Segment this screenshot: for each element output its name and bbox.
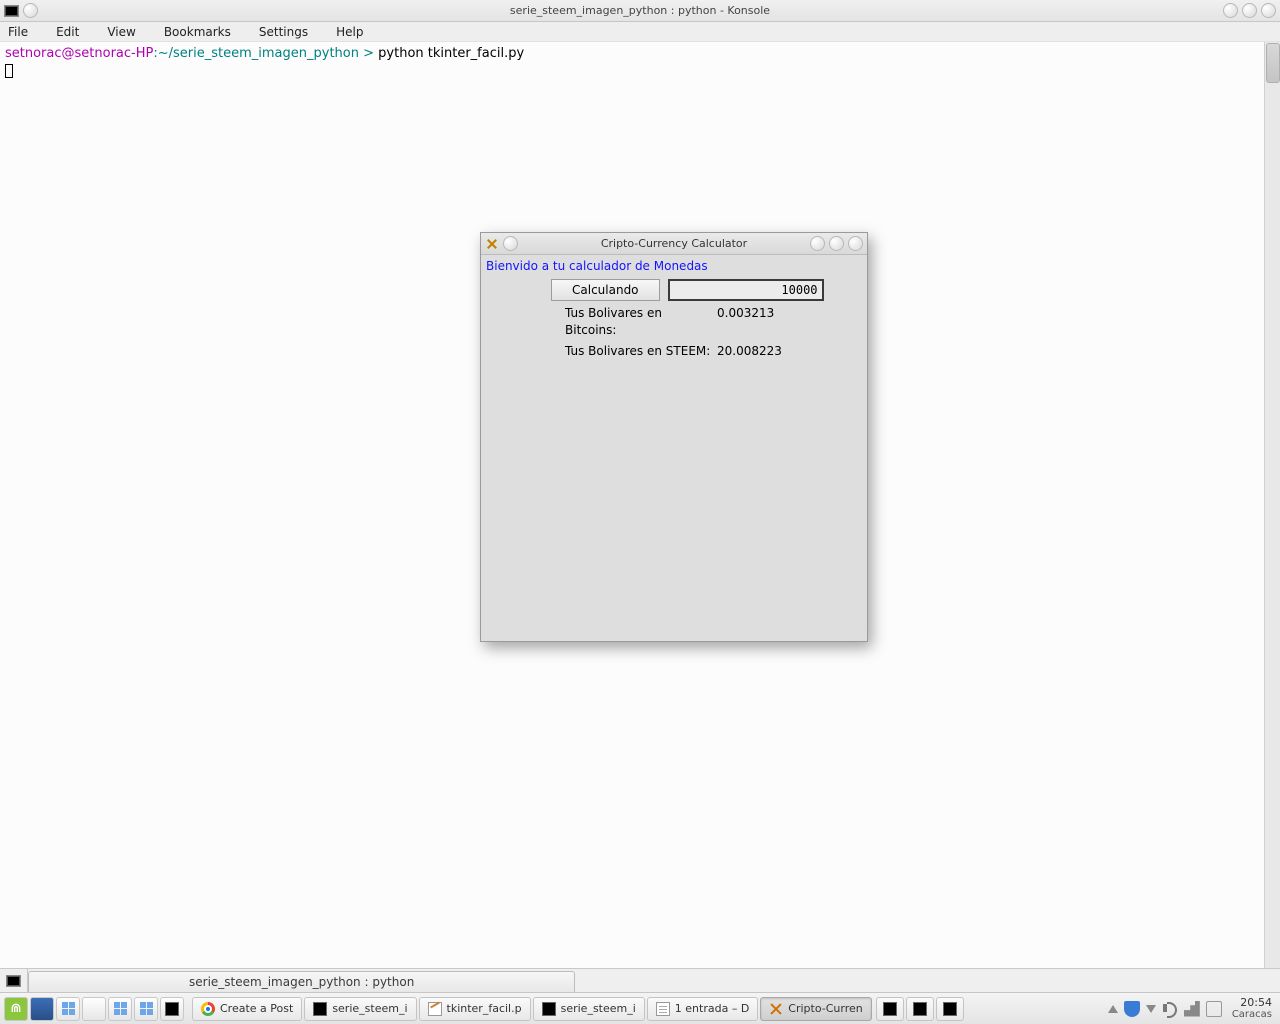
prompt-gt: >	[359, 46, 378, 61]
clock-time: 20:54	[1232, 997, 1272, 1009]
x-icon	[769, 1002, 783, 1016]
launcher-icon-4[interactable]	[82, 997, 106, 1021]
result-value-btc: 0.003213	[711, 305, 774, 339]
konsole-title: serie_steem_imagen_python : python - Kon…	[0, 4, 1280, 17]
result-row-btc: Tus Bolivares en Bitcoins: 0.003213	[485, 305, 863, 339]
tk-window[interactable]: Cripto-Currency Calculator Bienvido a tu…	[480, 232, 868, 642]
window-menu-icon[interactable]	[23, 3, 38, 18]
taskbar-item-1[interactable]: serie_steem_i	[304, 997, 416, 1021]
terminal-line-2	[5, 62, 1275, 79]
terminal-app-icon	[4, 5, 19, 17]
tk-close-icon[interactable]	[848, 236, 863, 251]
taskbar-term-2[interactable]	[936, 997, 964, 1021]
terminal-icon	[883, 1002, 897, 1016]
taskbar-item-label: tkinter_facil.p	[447, 1002, 522, 1015]
prompt-command: python tkinter_facil.py	[378, 46, 524, 61]
taskbar-items: Create a Post serie_steem_i tkinter_facil.…	[188, 997, 872, 1021]
prompt-path: ~/serie_steem_imagen_python	[158, 46, 359, 61]
terminal-tab-icon	[6, 975, 21, 987]
konsole-tabstrip: serie_steem_imagen_python : python	[0, 968, 1280, 992]
taskbar-item-2[interactable]: tkinter_facil.p	[419, 997, 531, 1021]
term-icon	[313, 1002, 327, 1016]
menu-settings[interactable]: Settings	[259, 25, 308, 39]
taskbar-item-4[interactable]: 1 entrada – D	[647, 997, 759, 1021]
tk-minimize-icon[interactable]	[810, 236, 825, 251]
taskbar-item-label: 1 entrada – D	[675, 1002, 750, 1015]
close-icon[interactable]	[1261, 3, 1276, 18]
gedit-icon	[428, 1002, 442, 1016]
tk-window-menu-icon[interactable]	[503, 236, 518, 251]
show-desktop-icon[interactable]	[30, 997, 54, 1021]
taskbar-item-label: serie_steem_i	[561, 1002, 636, 1015]
file-manager-icon[interactable]	[56, 997, 80, 1021]
result-label-btc: Tus Bolivares en Bitcoins:	[565, 305, 711, 339]
taskbar-item-label: Cripto-Curren	[788, 1002, 862, 1015]
minimize-icon[interactable]	[1223, 3, 1238, 18]
konsole-menubar: File Edit View Bookmarks Settings Help	[0, 22, 1280, 42]
taskbar-term-0[interactable]	[876, 997, 904, 1021]
workspace-2-icon[interactable]	[134, 997, 158, 1021]
menu-help[interactable]: Help	[336, 25, 363, 39]
new-tab-button[interactable]	[0, 969, 28, 992]
terminal-icon	[913, 1002, 927, 1016]
taskbar-term-1[interactable]	[906, 997, 934, 1021]
konsole-tab-active[interactable]: serie_steem_imagen_python : python	[28, 971, 575, 992]
tray-updates-icon[interactable]	[1108, 1005, 1118, 1013]
tray-network-icon[interactable]	[1184, 1001, 1200, 1017]
start-menu-icon[interactable]: ⋒	[4, 997, 28, 1021]
amount-input[interactable]	[668, 279, 824, 301]
tray-battery-icon[interactable]	[1206, 1001, 1222, 1017]
result-row-steem: Tus Bolivares en STEEM: 20.008223	[485, 343, 863, 360]
term-icon	[542, 1002, 556, 1016]
terminal-line-1: setnorac@setnorac-HP:~/serie_steem_image…	[5, 45, 1275, 62]
tk-welcome-label: Bienvido a tu calculador de Monedas	[485, 258, 863, 275]
maximize-icon[interactable]	[1242, 3, 1257, 18]
menu-bookmarks[interactable]: Bookmarks	[164, 25, 231, 39]
taskbar-item-3[interactable]: serie_steem_i	[533, 997, 645, 1021]
taskbar-item-label: serie_steem_i	[332, 1002, 407, 1015]
tray-shield-icon[interactable]	[1124, 1001, 1140, 1017]
konsole-titlebar[interactable]: serie_steem_imagen_python : python - Kon…	[0, 0, 1280, 22]
result-label-steem: Tus Bolivares en STEEM:	[565, 343, 711, 360]
menu-edit[interactable]: Edit	[56, 25, 79, 39]
taskbar-clock[interactable]: 20:54 Caracas	[1228, 997, 1272, 1021]
terminal-icon	[943, 1002, 957, 1016]
tray-caret-icon[interactable]	[1146, 1005, 1156, 1013]
konsole-tab-label: serie_steem_imagen_python : python	[189, 975, 414, 989]
taskbar-term-group	[872, 997, 964, 1021]
workspace-1-icon[interactable]	[108, 997, 132, 1021]
chrome-icon	[201, 1002, 215, 1016]
taskbar-item-0[interactable]: Create a Post	[192, 997, 302, 1021]
tk-maximize-icon[interactable]	[829, 236, 844, 251]
launcher-group: ⋒	[0, 997, 188, 1021]
tk-app-icon	[485, 237, 499, 251]
scrollbar-thumb[interactable]	[1266, 43, 1280, 83]
terminal-viewport[interactable]: setnorac@setnorac-HP:~/serie_steem_image…	[0, 42, 1280, 968]
taskbar-item-5[interactable]: Cripto-Curren	[760, 997, 871, 1021]
system-tray: 20:54 Caracas	[1108, 997, 1280, 1021]
terminal-cursor-icon	[5, 64, 13, 78]
terminal-launcher-icon[interactable]	[160, 997, 184, 1021]
prompt-user: setnorac@setnorac-HP	[5, 46, 153, 61]
menu-view[interactable]: View	[107, 25, 135, 39]
taskbar-item-label: Create a Post	[220, 1002, 293, 1015]
clock-zone: Caracas	[1232, 1009, 1272, 1021]
result-value-steem: 20.008223	[711, 343, 782, 360]
menu-file[interactable]: File	[8, 25, 28, 39]
tk-body: Bienvido a tu calculador de Monedas Calc…	[481, 255, 867, 363]
calculate-button[interactable]: Calculando	[551, 279, 660, 301]
terminal-scrollbar[interactable]	[1264, 42, 1280, 968]
tk-titlebar[interactable]: Cripto-Currency Calculator	[481, 233, 867, 255]
os-taskbar: ⋒ Create a Post serie_steem_i tkinter_faci…	[0, 992, 1280, 1024]
tray-volume-icon[interactable]	[1162, 1001, 1178, 1017]
doc-icon	[656, 1002, 670, 1016]
